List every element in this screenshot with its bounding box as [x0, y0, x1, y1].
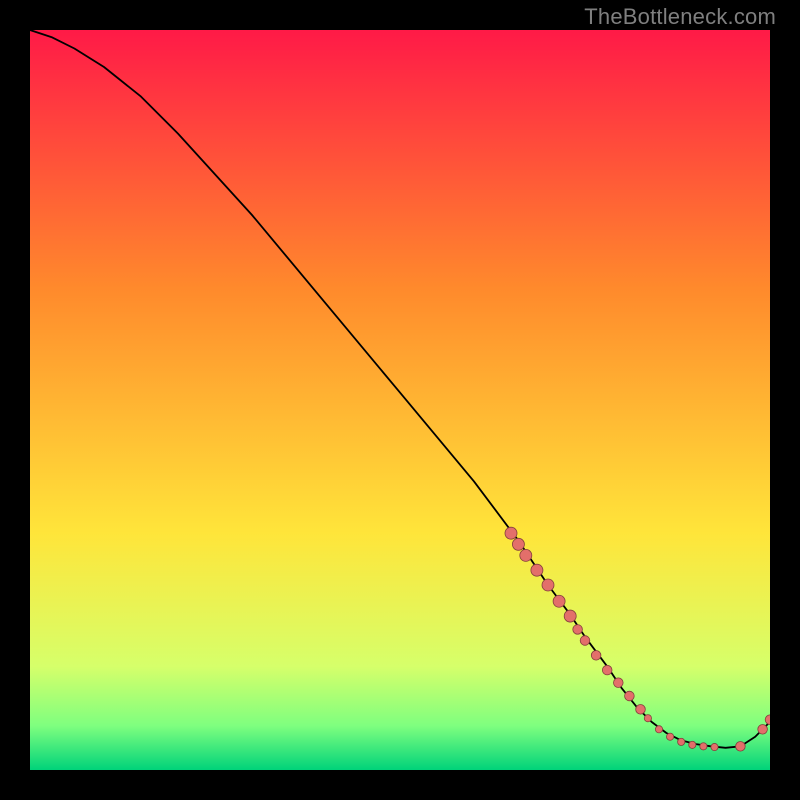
- data-marker: [758, 725, 768, 735]
- data-marker: [573, 625, 583, 635]
- data-marker: [678, 738, 685, 745]
- data-marker: [667, 733, 674, 740]
- data-marker: [689, 741, 696, 748]
- data-marker: [564, 610, 576, 622]
- data-marker: [553, 595, 565, 607]
- data-marker: [591, 651, 601, 661]
- data-marker: [520, 549, 532, 561]
- gradient-background: [30, 30, 770, 770]
- data-marker: [512, 538, 524, 550]
- data-marker: [505, 527, 517, 539]
- data-marker: [700, 743, 707, 750]
- data-marker: [644, 715, 651, 722]
- data-marker: [542, 579, 554, 591]
- chart-frame: TheBottleneck.com: [0, 0, 800, 800]
- data-marker: [531, 564, 543, 576]
- data-marker: [602, 665, 612, 675]
- plot-area: [30, 30, 770, 770]
- watermark-text: TheBottleneck.com: [584, 4, 776, 30]
- data-marker: [655, 726, 662, 733]
- chart-svg: [30, 30, 770, 770]
- data-marker: [625, 691, 635, 701]
- data-marker: [614, 678, 624, 688]
- data-marker: [736, 742, 746, 752]
- data-marker: [711, 743, 718, 750]
- data-marker: [636, 705, 646, 715]
- data-marker: [580, 636, 590, 646]
